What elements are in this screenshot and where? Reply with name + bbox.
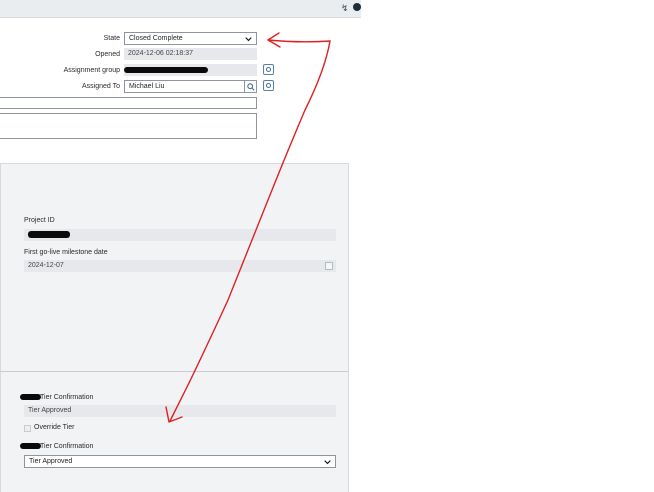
annotation-arrow: [165, 32, 331, 423]
